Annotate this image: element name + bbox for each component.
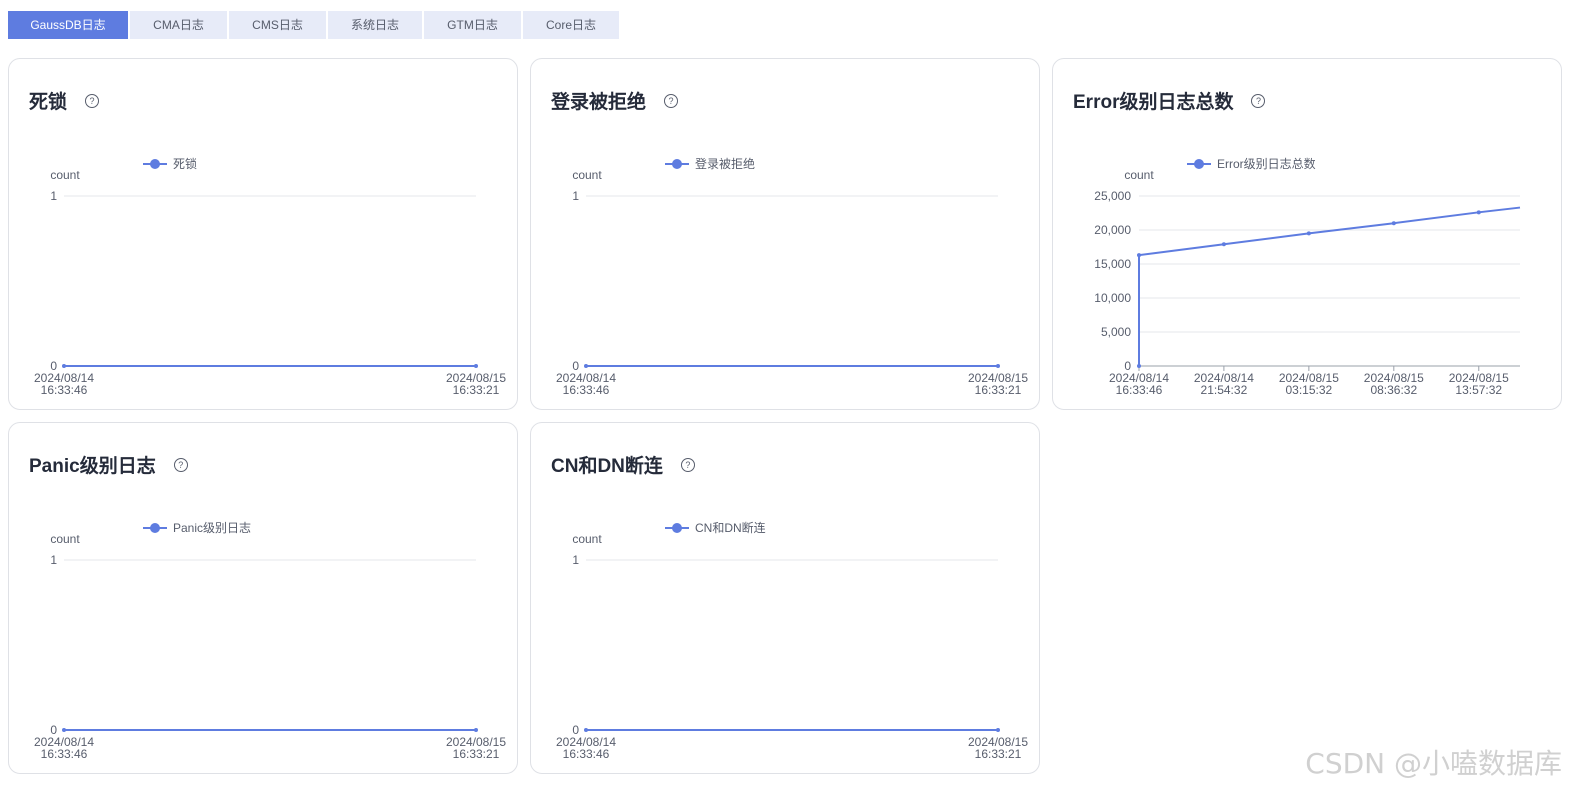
tab-cms-log[interactable]: CMS日志 bbox=[229, 11, 326, 39]
panic-log-chart-card: Panic级别日志 ? Panic级别日志 count 0 1 2024/08/14 16… bbox=[8, 422, 518, 774]
y-axis-label: count bbox=[50, 532, 80, 546]
y-tick-label: 1 bbox=[572, 553, 579, 567]
x-tick-label: 16:33:21 bbox=[453, 747, 500, 761]
x-tick-label: 16:33:46 bbox=[563, 383, 610, 397]
y-axis-label: count bbox=[572, 532, 602, 546]
data-point bbox=[474, 364, 478, 368]
legend-marker bbox=[672, 523, 682, 533]
log-type-tabs: GaussDB日志 CMA日志 CMS日志 系统日志 GTM日志 Core日志 bbox=[8, 11, 619, 39]
y-tick-label: 20,000 bbox=[1094, 223, 1131, 237]
login-denied-chart-card: 登录被拒绝 ? 登录被拒绝 count 0 1 2024/08/14 16:33:46 20… bbox=[530, 58, 1040, 410]
cn-dn-disconnect-chart-card: CN和DN断连 ? CN和DN断连 count 0 1 2024/08/14 16:33:… bbox=[530, 422, 1040, 774]
x-tick-label: 16:33:21 bbox=[975, 383, 1022, 397]
error-log-total-chart-card: Error级别日志总数 ? Error级别日志总数 count 0 5,000 10,0… bbox=[1052, 58, 1562, 410]
y-axis-label: count bbox=[572, 168, 602, 182]
deadlock-chart-card: 死锁 ? 死锁 count 0 1 2024/08/14 16:33:46 2024/08/… bbox=[8, 58, 518, 410]
tab-gtm-log[interactable]: GTM日志 bbox=[424, 11, 521, 39]
x-tick-label: 21:54:32 bbox=[1201, 383, 1248, 397]
legend-marker bbox=[150, 159, 160, 169]
legend-label: Error级别日志总数 bbox=[1217, 156, 1316, 171]
y-tick-label: 5,000 bbox=[1101, 325, 1131, 339]
x-tick-label: 03:15:32 bbox=[1285, 383, 1332, 397]
panic-log-chart: Panic级别日志count012024/08/1416:33:462024/0… bbox=[34, 521, 506, 761]
data-point bbox=[1137, 364, 1141, 368]
x-tick-label: 16:33:21 bbox=[453, 383, 500, 397]
legend-marker bbox=[1194, 159, 1204, 169]
legend-label: 登录被拒绝 bbox=[695, 156, 755, 171]
series-line bbox=[1138, 206, 1521, 366]
x-tick-label: 16:33:21 bbox=[975, 747, 1022, 761]
y-tick-label: 10,000 bbox=[1094, 291, 1131, 305]
data-point bbox=[1221, 242, 1226, 247]
legend-label: 死锁 bbox=[173, 156, 197, 171]
tab-core-log[interactable]: Core日志 bbox=[523, 11, 619, 39]
deadlock-chart: 死锁count012024/08/1416:33:462024/08/1516:… bbox=[34, 156, 506, 397]
y-axis-label: count bbox=[1124, 168, 1154, 182]
x-tick-label: 16:33:46 bbox=[1116, 383, 1163, 397]
y-tick-label: 25,000 bbox=[1094, 189, 1131, 203]
legend-label: CN和DN断连 bbox=[695, 520, 766, 535]
data-point bbox=[1306, 231, 1311, 236]
data-point bbox=[1137, 253, 1141, 258]
x-tick-label: 08:36:32 bbox=[1370, 383, 1417, 397]
tab-gaussdb-log[interactable]: GaussDB日志 bbox=[8, 11, 128, 39]
x-tick-label: 16:33:46 bbox=[41, 383, 88, 397]
data-point bbox=[584, 364, 588, 368]
y-tick-label: 15,000 bbox=[1094, 257, 1131, 271]
x-tick-label: 16:33:46 bbox=[41, 747, 88, 761]
x-tick-label: 13:57:32 bbox=[1455, 383, 1502, 397]
legend-label: Panic级别日志 bbox=[173, 521, 251, 535]
data-point bbox=[996, 364, 1000, 368]
cn-dn-disconnect-chart: CN和DN断连count012024/08/1416:33:462024/08/… bbox=[556, 520, 1028, 761]
y-tick-label: 1 bbox=[50, 189, 57, 203]
tab-cma-log[interactable]: CMA日志 bbox=[130, 11, 227, 39]
data-point bbox=[474, 728, 478, 732]
legend-marker bbox=[672, 159, 682, 169]
tab-system-log[interactable]: 系统日志 bbox=[328, 11, 422, 39]
data-point bbox=[1476, 210, 1481, 215]
error-log-total-chart: Error级别日志总数count05,00010,00015,00020,000… bbox=[1094, 156, 1521, 397]
y-tick-label: 1 bbox=[50, 553, 57, 567]
x-tick-label: 16:33:46 bbox=[563, 747, 610, 761]
watermark: CSDN @小嗑数据库 bbox=[1305, 747, 1562, 780]
data-point bbox=[62, 728, 66, 732]
login-denied-chart: 登录被拒绝count012024/08/1416:33:462024/08/15… bbox=[556, 156, 1028, 397]
data-point bbox=[1391, 221, 1396, 226]
legend-marker bbox=[150, 523, 160, 533]
data-point bbox=[62, 364, 66, 368]
data-point bbox=[584, 728, 588, 732]
y-tick-label: 1 bbox=[572, 189, 579, 203]
data-point bbox=[996, 728, 1000, 732]
y-axis-label: count bbox=[50, 168, 80, 182]
